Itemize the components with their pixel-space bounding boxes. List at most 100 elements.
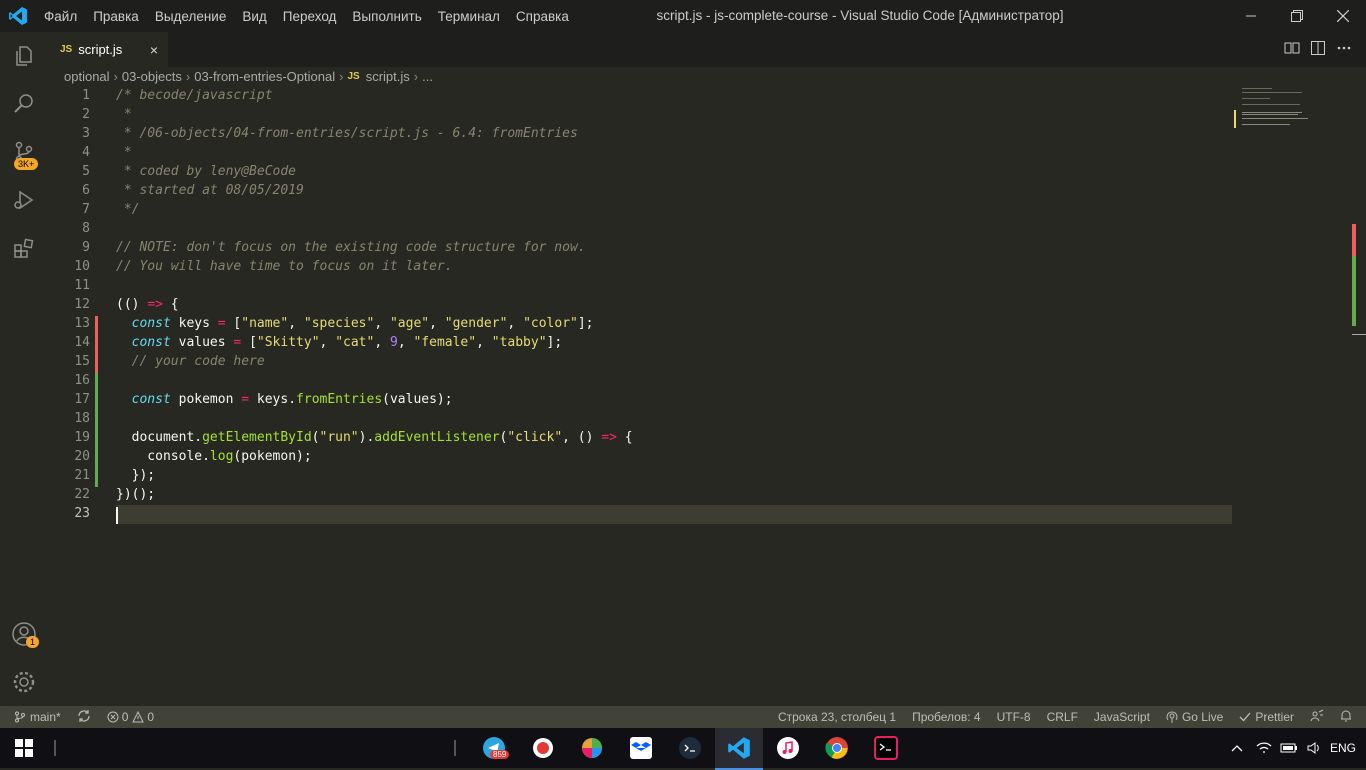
breadcrumb-item[interactable]: 03-from-entries-Optional [194, 69, 335, 84]
run-debug-button[interactable] [0, 176, 48, 224]
menu-terminal[interactable]: Терминал [430, 9, 508, 24]
start-button[interactable] [0, 728, 48, 768]
record-icon [533, 738, 553, 758]
split-editor-icon [1311, 41, 1325, 55]
breadcrumb-item[interactable]: 03-objects [122, 69, 182, 84]
code-line: const values = ["Skitty", "cat", 9, "fem… [131, 335, 563, 350]
hyper-terminal-app[interactable] [862, 728, 910, 768]
vscode-app[interactable] [715, 728, 763, 770]
code-line: * [116, 145, 132, 160]
minimap[interactable] [1234, 86, 1350, 146]
more-actions-button[interactable] [1336, 40, 1352, 61]
line-ending[interactable]: CRLF [1047, 710, 1078, 724]
overview-ruler-mark [1352, 224, 1356, 256]
broadcast-icon [1166, 711, 1178, 723]
line-number: 9 [82, 240, 90, 255]
dropbox-app[interactable] [617, 728, 665, 768]
menu-selection[interactable]: Выделение [147, 9, 235, 24]
files-icon [16, 46, 32, 66]
menu-go[interactable]: Переход [275, 9, 345, 24]
indentation[interactable]: Пробелов: 4 [912, 710, 981, 724]
menu-view[interactable]: Вид [234, 9, 274, 24]
branch-name: main* [30, 710, 61, 724]
menu-edit[interactable]: Правка [85, 9, 147, 24]
branch-indicator[interactable]: main* [14, 710, 61, 724]
split-editor-button[interactable] [1310, 40, 1326, 61]
chevron-up-icon[interactable] [1230, 741, 1244, 755]
text-cursor [116, 507, 118, 524]
feedback-icon [1310, 709, 1324, 721]
wifi-icon[interactable] [1256, 741, 1272, 755]
sync-button[interactable] [77, 709, 91, 726]
music-icon [777, 737, 799, 759]
language-indicator[interactable]: ENG [1330, 741, 1356, 755]
overview-ruler-cursor [1352, 334, 1366, 335]
chrome-app[interactable] [813, 728, 861, 768]
code-line: // NOTE: don't focus on the existing cod… [116, 240, 586, 255]
cursor-position[interactable]: Строка 23, столбец 1 [778, 710, 896, 724]
notifications-button[interactable] [1340, 709, 1352, 725]
js-file-icon: JS [347, 70, 360, 82]
explorer-button[interactable] [0, 32, 48, 80]
error-count: 0 [121, 710, 129, 724]
run-debug-icon [14, 190, 34, 210]
code-line: * started at 08/05/2019 [116, 183, 304, 198]
breadcrumb-item[interactable]: optional [64, 69, 110, 84]
extensions-button[interactable] [0, 224, 48, 272]
breadcrumb-item[interactable]: script.js [366, 69, 410, 84]
gutter-added-marker [95, 373, 98, 487]
line-number: 21 [74, 468, 90, 483]
breadcrumb-item[interactable]: ... [422, 69, 433, 84]
go-live-button[interactable]: Go Live [1166, 710, 1223, 724]
color-app[interactable] [568, 728, 616, 768]
encoding[interactable]: UTF-8 [997, 710, 1031, 724]
line-number: 23 [74, 506, 90, 521]
battery-icon[interactable] [1280, 741, 1298, 755]
problems-indicator[interactable]: 0 0 [107, 710, 154, 724]
bell-icon [1341, 710, 1351, 722]
menu-bar: Файл Правка Выделение Вид Переход Выполн… [36, 0, 577, 32]
restore-button[interactable] [1274, 0, 1320, 32]
code-line: })(); [116, 487, 156, 502]
feedback-button[interactable] [1310, 709, 1324, 726]
search-icon [14, 94, 33, 113]
manage-button[interactable] [0, 658, 48, 706]
recorder-app[interactable] [519, 728, 567, 768]
error-icon [107, 711, 119, 723]
source-control-button[interactable]: 3K+ [0, 128, 48, 176]
accounts-button[interactable]: 1 [0, 610, 48, 658]
taskbar-separator [54, 740, 56, 756]
code-editor[interactable]: 1 2 3 4 5 6 7 8 9 10 11 12 13 14 15 16 1… [48, 86, 1366, 706]
search-button[interactable] [0, 80, 48, 128]
line-number: 5 [82, 164, 90, 179]
compare-changes-icon [1284, 42, 1300, 54]
gutter-modified-marker [95, 354, 98, 373]
line-number: 14 [74, 335, 90, 350]
tab-script-js[interactable]: JS script.js × [48, 32, 168, 67]
menu-file[interactable]: Файл [36, 9, 85, 24]
vscode-logo-icon[interactable] [8, 6, 28, 26]
code-line: document.getElementById("run").addEventL… [116, 430, 633, 445]
language-mode[interactable]: JavaScript [1094, 710, 1150, 724]
menu-run[interactable]: Выполнить [344, 9, 429, 24]
status-bar: main* 0 0 Строка 23, столбец 1 Пробелов:… [0, 706, 1366, 728]
close-window-button[interactable] [1320, 0, 1366, 32]
gutter-modified-marker [95, 316, 98, 354]
line-number: 2 [82, 107, 90, 122]
terminal-app[interactable] [666, 728, 714, 768]
tab-close-icon[interactable]: × [150, 42, 158, 58]
speaker-icon[interactable] [1306, 741, 1322, 755]
more-icon [1337, 46, 1351, 50]
line-number: 10 [74, 259, 90, 274]
code-line: * /06-objects/04-from-entries/script.js … [116, 126, 578, 141]
minimize-button[interactable] [1228, 0, 1274, 32]
overview-ruler-mark [1352, 256, 1356, 326]
prettier-label: Prettier [1255, 710, 1294, 724]
prettier-button[interactable]: Prettier [1239, 710, 1294, 724]
line-number: 1 [82, 88, 90, 103]
go-live-label: Go Live [1181, 710, 1224, 724]
itunes-app[interactable] [764, 728, 812, 768]
code-line: * coded by leny@BeCode [116, 164, 297, 179]
open-changes-button[interactable] [1284, 40, 1300, 61]
telegram-app[interactable]: 859 [470, 728, 518, 768]
